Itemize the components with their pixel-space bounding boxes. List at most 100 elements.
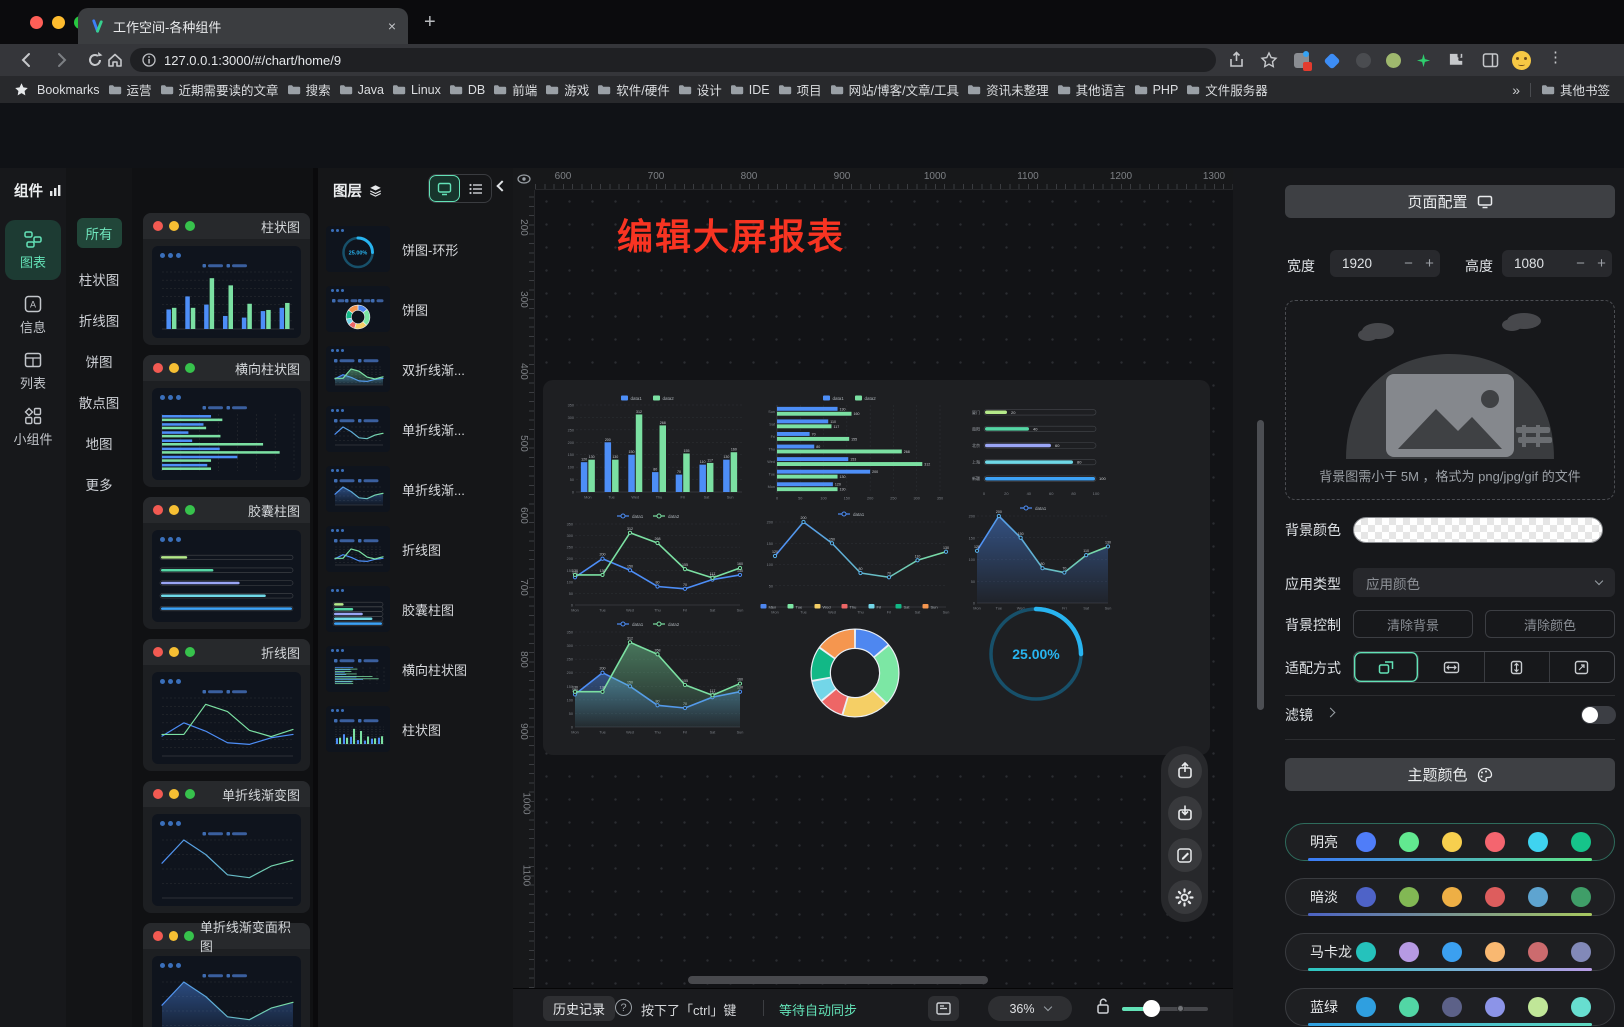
- bookmark-item[interactable]: 搜索: [287, 80, 331, 99]
- clear-color-button[interactable]: 清除颜色: [1485, 610, 1615, 638]
- bookmark-item[interactable]: PHP: [1134, 83, 1179, 97]
- bookmark-item[interactable]: 项目: [778, 80, 822, 99]
- import-button[interactable]: [1168, 796, 1202, 830]
- width-stepper[interactable]: 1920 − +: [1330, 250, 1440, 277]
- tab-close-icon[interactable]: ×: [388, 18, 396, 34]
- extension-icon[interactable]: [1386, 53, 1401, 68]
- rail-item-1[interactable]: A信息: [5, 294, 61, 336]
- width-plus-button[interactable]: +: [1419, 255, 1440, 272]
- zoom-select[interactable]: 36%: [988, 996, 1072, 1021]
- category-item-6[interactable]: 更多: [66, 474, 132, 494]
- extension-icon[interactable]: [1324, 53, 1341, 70]
- fit-stretch-button[interactable]: [1550, 652, 1614, 682]
- component-card[interactable]: 单折线渐变图: [143, 781, 310, 913]
- width-minus-button[interactable]: −: [1398, 255, 1419, 272]
- rail-item-2[interactable]: 列表: [5, 350, 61, 392]
- theme-color-header[interactable]: 主题颜色: [1285, 758, 1615, 791]
- bookmark-item[interactable]: 其他语言: [1057, 80, 1126, 99]
- canvas-chart-hbar[interactable]: data1data2050100150200250300350120200153…: [760, 392, 950, 504]
- layer-item[interactable]: 柱状图: [326, 702, 506, 756]
- history-panel-button[interactable]: [928, 996, 959, 1021]
- bookmarks-label[interactable]: Bookmarks: [37, 83, 100, 97]
- bookmark-item[interactable]: 游戏: [545, 80, 589, 99]
- bookmarks-overflow-button[interactable]: »: [1512, 82, 1520, 98]
- lock-open-icon[interactable]: [1096, 998, 1110, 1015]
- app-type-select[interactable]: 应用颜色: [1353, 568, 1615, 597]
- ruler-corner[interactable]: [513, 168, 535, 190]
- zoom-slider-knob[interactable]: [1143, 1000, 1160, 1017]
- layer-item[interactable]: 双折线渐...: [326, 342, 506, 396]
- bookmarks-star-icon[interactable]: [14, 82, 29, 97]
- layer-item[interactable]: 单折线渐...: [326, 402, 506, 456]
- list-view-button[interactable]: [460, 175, 491, 202]
- bg-color-swatch[interactable]: [1353, 517, 1603, 543]
- theme-row-1[interactable]: 暗淡: [1285, 878, 1615, 916]
- bookmark-item[interactable]: Linux: [392, 83, 441, 97]
- layer-item[interactable]: 25.00% 饼图-环形: [326, 222, 506, 276]
- thumbnail-view-button[interactable]: [429, 175, 460, 202]
- home-icon[interactable]: [106, 51, 124, 69]
- component-card[interactable]: 横向柱状图: [143, 355, 310, 487]
- fit-scale-button[interactable]: [1354, 652, 1419, 682]
- fit-width-button[interactable]: [1419, 652, 1484, 682]
- new-tab-button[interactable]: +: [424, 12, 436, 32]
- component-card[interactable]: 胶囊柱图: [143, 497, 310, 629]
- reload-icon[interactable]: [86, 51, 104, 69]
- canvas-chart-bar[interactable]: data1data2050100150200250300350120200150…: [558, 392, 748, 504]
- layer-item[interactable]: 横向柱状图: [326, 642, 506, 696]
- canvas-horizontal-scrollbar[interactable]: [688, 976, 988, 984]
- width-value[interactable]: 1920: [1330, 256, 1398, 271]
- fit-height-button[interactable]: [1485, 652, 1550, 682]
- bookmark-item[interactable]: 文件服务器: [1186, 80, 1268, 99]
- address-bar[interactable]: 127.0.0.1:3000/#/chart/home/9: [130, 48, 1216, 72]
- bookmark-item[interactable]: IDE: [730, 83, 770, 97]
- profile-avatar[interactable]: [1512, 51, 1531, 70]
- extension-icon[interactable]: [1416, 53, 1431, 68]
- history-button[interactable]: 历史记录: [543, 996, 615, 1021]
- site-info-icon[interactable]: [142, 53, 156, 67]
- background-upload-dropzone[interactable]: 背景图需小于 5M ，格式为 png/jpg/gif 的文件: [1285, 300, 1615, 500]
- theme-row-3[interactable]: 蓝绿: [1285, 988, 1615, 1026]
- traffic-close-button[interactable]: [30, 16, 43, 29]
- height-minus-button[interactable]: −: [1570, 255, 1591, 272]
- height-stepper[interactable]: 1080 − +: [1502, 250, 1612, 277]
- extensions-puzzle-icon[interactable]: [1448, 52, 1465, 69]
- height-value[interactable]: 1080: [1502, 256, 1570, 271]
- category-item-5[interactable]: 地图: [66, 433, 132, 453]
- component-card[interactable]: 单折线渐变面积图: [143, 923, 310, 1027]
- rail-item-3[interactable]: 小组件: [5, 406, 61, 448]
- category-item-3[interactable]: 饼图: [66, 351, 132, 371]
- page-config-header[interactable]: 页面配置: [1285, 185, 1615, 218]
- category-item-1[interactable]: 柱状图: [66, 269, 132, 289]
- browser-tab[interactable]: 工作空间-各种组件 ×: [78, 8, 408, 44]
- share-icon[interactable]: [1228, 51, 1245, 69]
- theme-row-2[interactable]: 马卡龙: [1285, 933, 1615, 971]
- component-card[interactable]: 折线图: [143, 639, 310, 771]
- bookmark-item[interactable]: 网站/博客/文章/工具: [830, 80, 959, 99]
- canvas-chart-gradient-area[interactable]: data10501001502001202001508070110130MonT…: [960, 502, 1116, 614]
- component-card[interactable]: 柱状图: [143, 213, 310, 345]
- dashboard-title-text[interactable]: 编辑大屏报表: [617, 208, 845, 260]
- panel-scrollbar[interactable]: [1257, 420, 1264, 710]
- bookmark-item[interactable]: 近期需要读的文章: [160, 80, 279, 99]
- clear-background-button[interactable]: 清除背景: [1353, 610, 1473, 638]
- extension-icon[interactable]: [1356, 53, 1371, 68]
- export-button[interactable]: [1168, 754, 1202, 788]
- extension-icon[interactable]: [1294, 53, 1309, 68]
- collapse-panel-icon[interactable]: [496, 180, 507, 191]
- layer-item[interactable]: 单折线渐...: [326, 462, 506, 516]
- traffic-minimize-button[interactable]: [52, 16, 65, 29]
- design-canvas[interactable]: 6007008009001000110012001300 20030040050…: [513, 168, 1233, 1027]
- layer-item[interactable]: 胶囊柱图: [326, 582, 506, 636]
- category-item-4[interactable]: 散点图: [66, 392, 132, 412]
- help-icon[interactable]: ?: [615, 999, 632, 1016]
- theme-row-0[interactable]: 明亮: [1285, 823, 1615, 861]
- bookmark-item[interactable]: 运营: [108, 80, 152, 99]
- other-bookmarks-button[interactable]: 其他书签: [1541, 80, 1610, 99]
- bookmark-item[interactable]: 软件/硬件: [597, 80, 669, 99]
- rail-item-0[interactable]: 图表: [5, 220, 61, 280]
- edit-button[interactable]: [1168, 838, 1202, 872]
- bookmark-item[interactable]: 资讯未整理: [967, 80, 1049, 99]
- layer-item[interactable]: 折线图: [326, 522, 506, 576]
- canvas-chart-donut[interactable]: MonTueWedThuFriSatSun: [748, 600, 962, 734]
